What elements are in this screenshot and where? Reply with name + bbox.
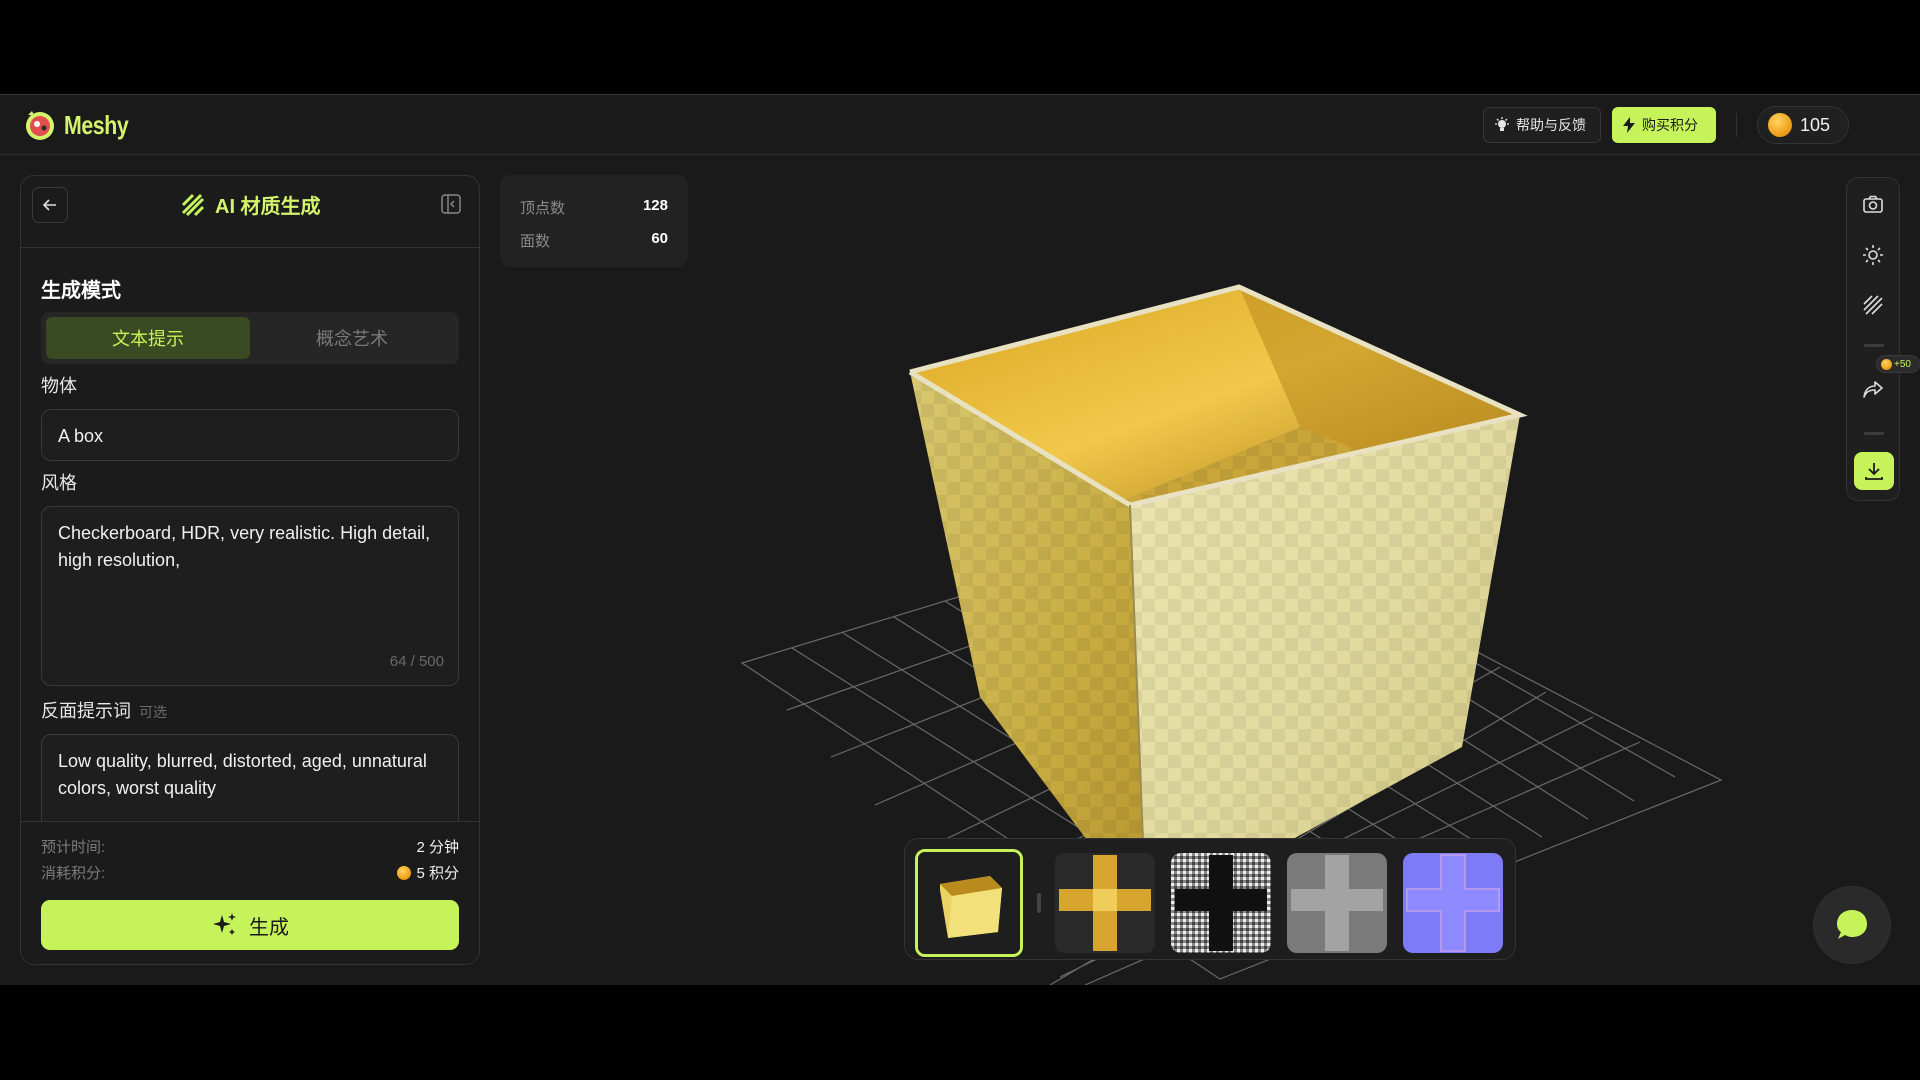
sparkle-icon (213, 913, 236, 935)
bolt-icon (1623, 117, 1635, 133)
chat-bubble-icon (1837, 910, 1867, 939)
panel-footer: 预计时间: 2 分钟 消耗积分: 5 积分 生成 (21, 821, 479, 964)
generate-button[interactable]: 生成 (41, 900, 459, 950)
cost-label: 消耗积分: (41, 865, 106, 882)
cost-row: 消耗积分: 5 积分 (41, 862, 459, 883)
camera-icon (1863, 195, 1883, 213)
coin-icon (1768, 113, 1792, 137)
panel-title: AI 材质生成 (181, 190, 321, 219)
viewport-toolbar (1846, 177, 1900, 501)
mesh-stats: 顶点数 128 面数 60 (500, 175, 688, 267)
screenshot-button[interactable] (1860, 192, 1886, 218)
share-icon (1863, 381, 1883, 398)
faces-row: 面数 60 (520, 230, 668, 251)
buy-credits-button[interactable]: 购买积分 (1612, 107, 1716, 143)
cost-value: 5 积分 (416, 865, 459, 882)
download-icon (1865, 463, 1883, 480)
coin-icon (1881, 358, 1892, 370)
header-divider (1736, 113, 1737, 137)
thumbnail-normal[interactable] (1403, 853, 1503, 953)
sun-icon (1863, 245, 1883, 265)
tab-concept-art[interactable]: 概念艺术 (250, 317, 454, 359)
texture-maps-strip (904, 838, 1516, 960)
credits-balance[interactable]: 105 (1757, 106, 1849, 144)
toolbar-separator (1864, 344, 1884, 347)
logo-text: Meshy (64, 109, 129, 140)
share-button[interactable] (1860, 376, 1886, 402)
logo[interactable]: Meshy (22, 107, 142, 143)
toolbar-separator (1864, 432, 1884, 435)
app-window: Meshy 帮助与反馈 购买积分 105 AI 材质生成 生成模式 文本提示 概… (0, 94, 1920, 985)
thumbnail-base-color[interactable] (1055, 853, 1155, 953)
negative-prompt-label-text: 反面提示词 (41, 701, 131, 721)
mode-switch: 文本提示 概念艺术 (41, 312, 459, 364)
tab-text-prompt[interactable]: 文本提示 (46, 317, 250, 359)
collapse-panel-icon[interactable] (441, 194, 461, 214)
lighting-button[interactable] (1860, 242, 1886, 268)
metallic-map-icon (1171, 853, 1271, 953)
thumbnail-metallic[interactable] (1171, 853, 1271, 953)
style-text: Checkerboard, HDR, very realistic. High … (58, 523, 431, 570)
arrow-left-icon (42, 199, 56, 211)
texture-icon (1863, 295, 1883, 315)
faces-label: 面数 (520, 233, 551, 250)
estimated-time-row: 预计时间: 2 分钟 (41, 836, 459, 857)
vertices-label: 顶点数 (520, 200, 566, 217)
meshy-logo-icon (26, 111, 54, 140)
optional-tag: 可选 (139, 704, 167, 720)
object-label: 物体 (41, 376, 77, 396)
thumbnail-roughness[interactable] (1287, 853, 1387, 953)
back-button[interactable] (32, 187, 68, 223)
style-label: 风格 (41, 473, 77, 493)
thumbnail-separator (1037, 893, 1041, 913)
roughness-map-icon (1287, 853, 1387, 953)
style-textarea[interactable]: Checkerboard, HDR, very realistic. High … (41, 506, 459, 686)
estimated-time-label: 预计时间: (41, 839, 106, 856)
top-bar: Meshy 帮助与反馈 购买积分 105 (0, 95, 1920, 155)
credits-value: 105 (1800, 114, 1831, 135)
mode-title: 生成模式 (41, 280, 121, 302)
vertices-row: 顶点数 128 (520, 197, 668, 218)
estimated-time-value: 2 分钟 (416, 839, 459, 856)
texture-icon (181, 193, 205, 216)
object-input[interactable]: A box (41, 409, 459, 461)
share-bonus-text: +50 (1894, 358, 1911, 370)
normal-map-icon (1403, 853, 1503, 953)
generate-label: 生成 (249, 916, 289, 939)
coin-icon (397, 865, 412, 880)
download-button[interactable] (1854, 452, 1894, 490)
bulb-icon (1495, 117, 1509, 131)
texture-panel: AI 材质生成 生成模式 文本提示 概念艺术 物体 A box 风格 Check… (20, 175, 480, 965)
base-color-map-icon (1055, 853, 1155, 953)
help-feedback-button[interactable]: 帮助与反馈 (1483, 107, 1601, 143)
style-counter: 64 / 500 (389, 653, 444, 670)
buy-credits-label: 购买积分 (1642, 117, 1698, 133)
texture-view-button[interactable] (1860, 292, 1886, 318)
thumbnail-preview[interactable] (915, 849, 1023, 957)
negative-prompt-textarea[interactable]: Low quality, blurred, distorted, aged, u… (41, 734, 459, 834)
panel-header: AI 材质生成 (21, 176, 479, 248)
negative-prompt-label: 反面提示词 可选 (41, 697, 167, 723)
faces-value: 60 (651, 230, 668, 247)
vertices-value: 128 (642, 197, 668, 214)
panel-title-text: AI 材质生成 (215, 196, 321, 218)
preview-box-icon (918, 852, 1020, 954)
support-chat-button[interactable] (1814, 887, 1890, 963)
help-feedback-label: 帮助与反馈 (1516, 117, 1586, 133)
cost-value-wrap: 5 积分 (397, 862, 459, 883)
share-bonus-badge: +50 (1876, 355, 1920, 373)
